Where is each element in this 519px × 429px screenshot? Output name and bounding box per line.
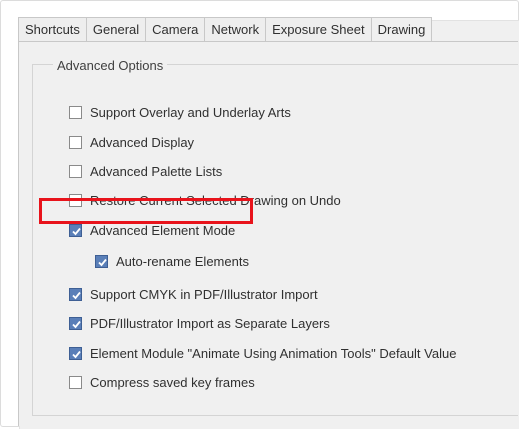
checkbox-label: Auto-rename Elements: [116, 253, 249, 269]
checkbox-label: Advanced Element Mode: [90, 222, 236, 238]
tab-exposure-sheet[interactable]: Exposure Sheet: [265, 17, 371, 42]
element-module-animate-default-checkbox[interactable]: Element Module "Animate Using Animation …: [69, 344, 456, 362]
checkbox-box-checked[interactable]: [95, 254, 108, 268]
checkmark-icon: [98, 258, 107, 266]
preferences-tab-bar: Shortcuts General Camera Network Exposur…: [18, 17, 518, 42]
compress-key-frames-checkbox[interactable]: Compress saved key frames: [69, 373, 255, 391]
checkmark-icon: [72, 350, 81, 358]
checkmark-icon: [72, 227, 81, 235]
checkbox-label: PDF/Illustrator Import as Separate Layer…: [90, 315, 330, 331]
checkbox-box-checked[interactable]: [69, 316, 82, 330]
checkmark-icon: [72, 291, 81, 299]
tab-shortcuts[interactable]: Shortcuts: [18, 17, 86, 42]
checkbox-box[interactable]: [69, 375, 82, 389]
checkbox-label: Support CMYK in PDF/Illustrator Import: [90, 286, 318, 302]
checkbox-label: Support Overlay and Underlay Arts: [90, 104, 291, 120]
auto-rename-elements-checkbox[interactable]: Auto-rename Elements: [95, 252, 249, 270]
tab-general[interactable]: General: [85, 17, 146, 42]
checkbox-box-checked[interactable]: [69, 346, 82, 360]
checkbox-box[interactable]: [69, 135, 82, 149]
support-overlay-underlay-checkbox[interactable]: Support Overlay and Underlay Arts: [69, 103, 291, 121]
checkbox-box-checked[interactable]: [69, 287, 82, 301]
checkbox-label: Advanced Palette Lists: [90, 163, 223, 179]
checkmark-icon: [72, 320, 81, 328]
import-separate-layers-checkbox[interactable]: PDF/Illustrator Import as Separate Layer…: [69, 314, 330, 332]
checkbox-label: Compress saved key frames: [90, 374, 255, 390]
checkbox-label: Advanced Display: [90, 134, 195, 150]
highlight-annotation-box: [39, 198, 253, 224]
checkbox-box[interactable]: [69, 105, 82, 119]
advanced-options-title: Advanced Options: [53, 58, 168, 73]
advanced-display-checkbox[interactable]: Advanced Display: [69, 133, 194, 151]
checkbox-box-checked[interactable]: [69, 223, 82, 237]
tab-network[interactable]: Network: [204, 17, 266, 42]
tab-drawing[interactable]: Drawing: [370, 17, 433, 42]
screenshot-frame: Shortcuts General Camera Network Exposur…: [0, 0, 519, 429]
advanced-palette-lists-checkbox[interactable]: Advanced Palette Lists: [69, 162, 222, 180]
tab-camera[interactable]: Camera: [145, 17, 205, 42]
checkbox-label: Element Module "Animate Using Animation …: [90, 345, 457, 361]
support-cmyk-checkbox[interactable]: Support CMYK in PDF/Illustrator Import: [69, 285, 318, 303]
checkbox-box[interactable]: [69, 164, 82, 178]
